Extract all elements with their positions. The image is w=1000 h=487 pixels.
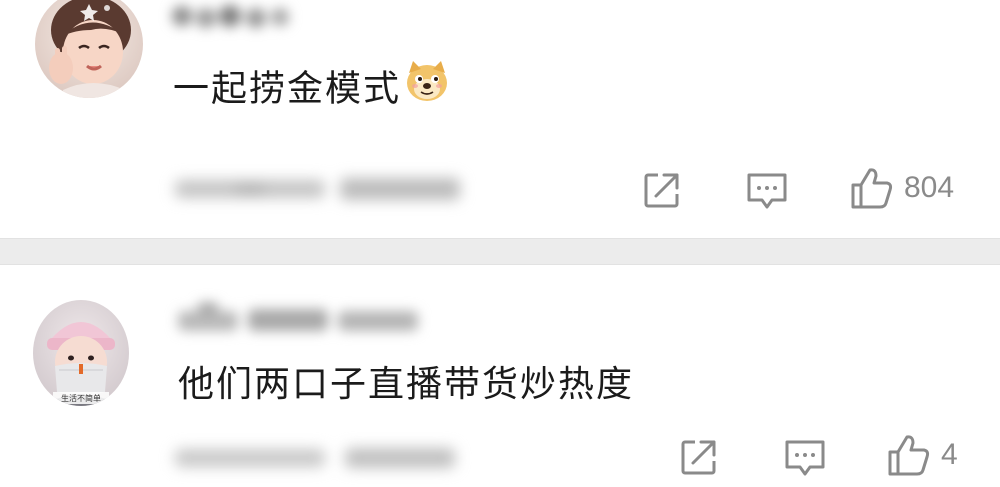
comment-separator bbox=[0, 238, 1000, 265]
like-icon bbox=[851, 168, 893, 209]
reply-button[interactable] bbox=[746, 172, 788, 210]
share-button[interactable] bbox=[679, 437, 719, 477]
like-button[interactable]: 804 bbox=[850, 166, 954, 210]
comment-item: 一起捞金模式 804 bbox=[0, 0, 1000, 238]
like-count: 4 bbox=[941, 438, 958, 471]
avatar[interactable]: 生活不简单 bbox=[33, 300, 129, 406]
avatar-image: 生活不简单 bbox=[33, 300, 129, 406]
share-icon bbox=[644, 173, 679, 208]
reply-button[interactable] bbox=[784, 439, 826, 477]
avatar-caption: 生活不简单 bbox=[61, 393, 101, 403]
doge-emoji-icon bbox=[405, 59, 449, 114]
share-button[interactable] bbox=[642, 170, 682, 210]
comment-text-content: 一起捞金模式 bbox=[173, 68, 402, 110]
comment-meta-blurred bbox=[175, 448, 455, 468]
like-icon bbox=[888, 435, 930, 476]
comment-item: 生活不简单 他们两口子直播带货炒热度 4 bbox=[0, 265, 1000, 487]
like-count: 804 bbox=[904, 171, 955, 204]
share-icon bbox=[681, 440, 716, 475]
comment-text: 一起捞金模式 bbox=[173, 61, 449, 118]
avatar[interactable] bbox=[35, 0, 143, 98]
reply-icon bbox=[747, 173, 787, 209]
like-button[interactable]: 4 bbox=[887, 433, 958, 477]
username-blurred[interactable] bbox=[178, 303, 428, 337]
comment-text: 他们两口子直播带货炒热度 bbox=[178, 364, 635, 405]
comment-meta-blurred bbox=[175, 178, 460, 200]
username-blurred[interactable] bbox=[172, 2, 312, 32]
avatar-image bbox=[35, 0, 143, 98]
reply-icon bbox=[785, 440, 825, 476]
